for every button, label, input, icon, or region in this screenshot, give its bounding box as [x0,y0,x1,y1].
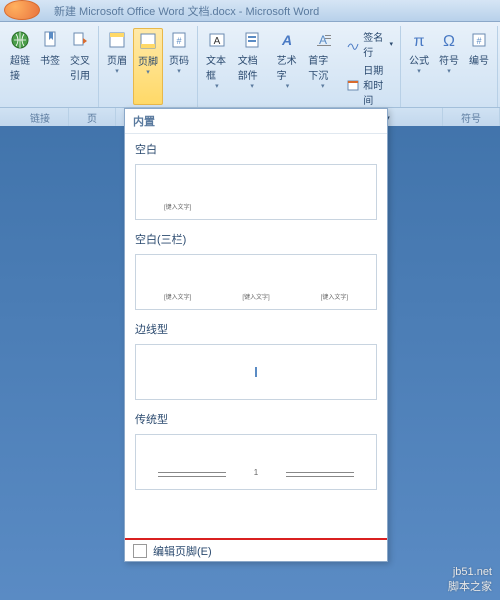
chevron-down-icon: ▾ [321,82,325,90]
svg-text:A: A [281,32,292,48]
gallery-item-blank3[interactable]: 空白(三栏) [键入文字] [键入文字] [键入文字] [125,228,387,310]
gallery-header: 内置 [125,109,387,134]
group-headerfooter: 页眉 ▾ 页脚 ▾ # 页码 ▾ [99,26,198,107]
dropcap-icon: A [313,30,333,50]
header-icon [107,30,127,50]
preview-classic: 1 [135,434,377,490]
footer-button[interactable]: 页脚 ▾ [133,28,163,105]
svg-text:#: # [176,36,181,46]
hyperlink-button[interactable]: 超链接 [6,28,34,105]
svg-text:#: # [476,36,481,46]
symbol-button[interactable]: Ω 符号 ▾ [435,28,463,105]
header-button[interactable]: 页眉 ▾ [103,28,131,105]
parts-icon [242,30,262,50]
crossref-icon [70,30,90,50]
group-links: 超链接 书签 交叉 引用 [2,26,99,107]
ribbon: 超链接 书签 交叉 引用 页眉 ▾ 页脚 ▾ [0,22,500,108]
chevron-down-icon: ▾ [250,82,254,90]
chevron-down-icon: ▾ [146,68,150,76]
crossref-button[interactable]: 交叉 引用 [66,28,94,105]
number-icon: # [469,30,489,50]
chevron-down-icon: ▾ [115,67,119,75]
document-icon [133,544,147,558]
svg-text:Ω: Ω [443,33,455,50]
pi-icon: π [409,30,429,50]
textbox-icon: A [207,30,227,50]
svg-text:A: A [214,36,221,47]
equation-button[interactable]: π 公式 ▾ [405,28,433,105]
gallery-item-blank[interactable]: 空白 [键入文字] [125,138,387,220]
pagenum-button[interactable]: # 页码 ▾ [165,28,193,105]
office-button[interactable] [4,0,40,20]
number-button[interactable]: # 编号 [465,28,493,105]
omega-icon: Ω [439,30,459,50]
border-bar [255,367,257,377]
globe-icon [10,30,30,50]
svg-text:π: π [413,33,424,50]
group-symbols: π 公式 ▾ Ω 符号 ▾ # 编号 [401,26,498,107]
bookmark-button[interactable]: 书签 [36,28,64,105]
chevron-down-icon: ▾ [447,67,451,75]
preview-border [135,344,377,400]
chevron-down-icon: ▾ [177,67,181,75]
datetime-button[interactable]: 日期和时间 [343,61,396,108]
signature-icon [346,37,360,51]
bookmark-icon [40,30,60,50]
calendar-icon [346,78,360,92]
pagenum-icon: # [169,30,189,50]
chevron-down-icon: ▾ [215,82,219,90]
watermark: jb51.net 脚本之家 [448,566,492,594]
window-title: 新建 Microsoft Office Word 文档.docx - Micro… [54,3,319,19]
wordart-icon: A [277,30,297,50]
gallery-item-classic[interactable]: 传统型 1 [125,408,387,490]
preview-blank3: [键入文字] [键入文字] [键入文字] [135,254,377,310]
group-text: A 文本框 ▾ 文档部件 ▾ A 艺术字 ▾ A 首字下沉 ▾ [198,26,401,107]
chevron-down-icon: ▾ [286,82,290,90]
gallery-item-border[interactable]: 边线型 [125,318,387,400]
titlebar: 新建 Microsoft Office Word 文档.docx - Micro… [0,0,500,22]
footer-gallery: 内置 空白 [键入文字] 空白(三栏) [键入文字] [键入文字] [键入文字]… [124,108,388,562]
edit-footer-button[interactable]: 编辑页脚(E) [125,538,387,561]
footer-icon [138,31,158,51]
signature-button[interactable]: 签名行▾ [343,28,396,60]
preview-blank: [键入文字] [135,164,377,220]
chevron-down-icon: ▾ [417,67,421,75]
